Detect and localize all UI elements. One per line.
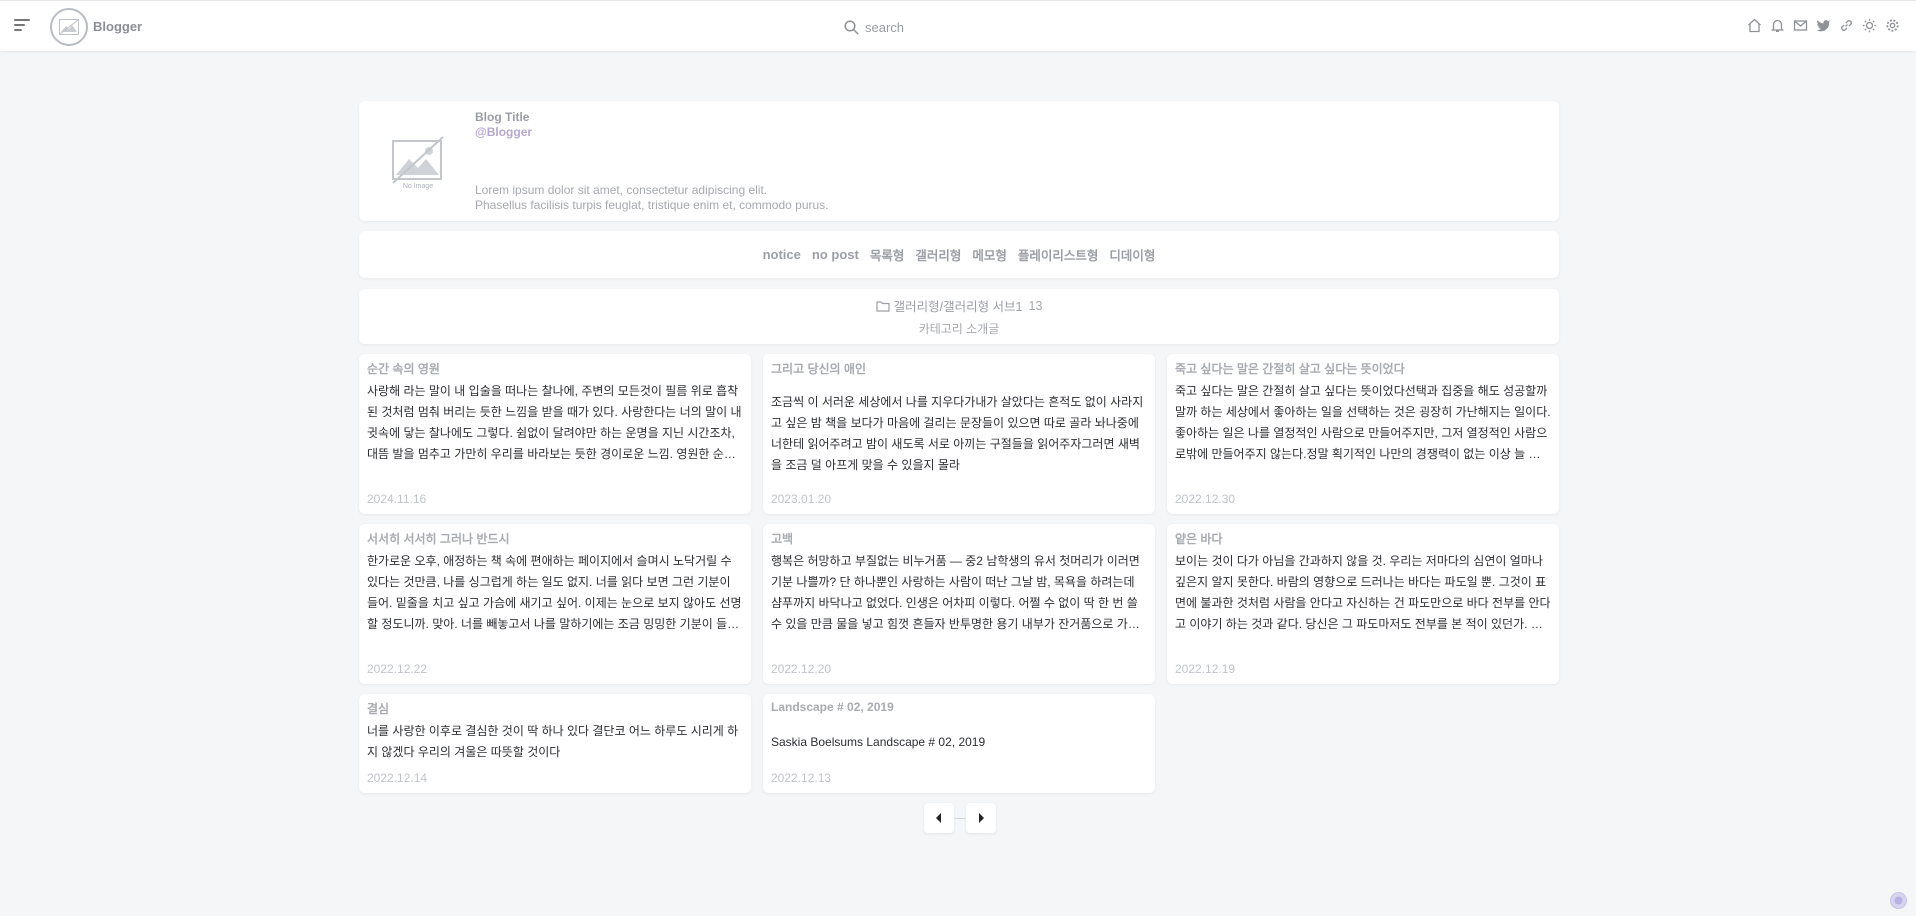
post-excerpt: 행복은 허망하고 부질없는 비누거품 — 중2 남학생의 유서 첫머리가 이러면… <box>771 554 1140 631</box>
logo-icon[interactable] <box>50 8 88 46</box>
link-icon[interactable] <box>1838 17 1855 34</box>
nav-item-memo[interactable]: 메모형 <box>972 245 1007 264</box>
post-card[interactable]: Landscape # 02, 2019 Saskia Boelsums Lan… <box>763 694 1155 793</box>
post-card[interactable]: 그리고 당신의 애인 조금씩 이 서러운 세상에서 나를 지우다가내가 살았다는… <box>763 354 1155 514</box>
post-date: 2022.12.19 <box>1175 662 1236 676</box>
nav-item-dday[interactable]: 디데이형 <box>1109 245 1155 264</box>
category-name[interactable]: 갤러리형/갤러리형 서브1 <box>894 296 1023 315</box>
post-title[interactable]: 고백 <box>771 530 1147 547</box>
post-date: 2022.12.30 <box>1175 492 1236 506</box>
prev-page-button[interactable] <box>924 803 954 833</box>
blog-handle[interactable]: @Blogger <box>475 125 532 139</box>
post-excerpt: 조금씩 이 서러운 세상에서 나를 지우다가내가 살았다는 흔적도 없이 사라지… <box>771 395 1144 472</box>
post-title[interactable]: 순간 속의 영원 <box>367 360 743 377</box>
post-date: 2022.12.14 <box>367 771 428 785</box>
no-image-icon <box>392 136 444 184</box>
blog-title[interactable]: Blog Title <box>475 110 529 124</box>
post-card[interactable]: 순간 속의 영원 사랑해 라는 말이 내 입술을 떠나는 찰나에, 주변의 모든… <box>359 354 751 514</box>
post-title[interactable]: 죽고 싶다는 말은 간절히 살고 싶다는 뜻이었다 <box>1175 360 1551 377</box>
category-nav: notice no post 목록형 갤러리형 메모형 플레이리스트형 디데이형 <box>359 231 1559 278</box>
post-card[interactable]: 죽고 싶다는 말은 간절히 살고 싶다는 뜻이었다 죽고 싶다는 말은 간절히 … <box>1167 354 1559 514</box>
profile-card: No Image Blog Title @Blogger Lorem ipsum… <box>359 101 1559 221</box>
post-date: 2022.12.20 <box>771 662 832 676</box>
post-date: 2022.12.13 <box>771 771 832 785</box>
menu-icon[interactable] <box>14 19 30 33</box>
nav-item-playlist[interactable]: 플레이리스트형 <box>1018 245 1099 264</box>
category-path: 갤러리형/갤러리형 서브1 13 <box>359 296 1559 315</box>
blog-description: Lorem ipsum dolor sit amet, consectetur … <box>475 183 829 213</box>
post-card[interactable]: 고백 행복은 허망하고 부질없는 비누거품 — 중2 남학생의 유서 첫머리가 … <box>763 524 1155 684</box>
theme-toggle-icon[interactable] <box>1890 892 1907 909</box>
post-excerpt: Saskia Boelsums Landscape # 02, 2019 <box>771 735 986 749</box>
post-card[interactable]: 서서히 서서히 그러나 반드시 한가로운 오후, 애정하는 책 속에 편애하는 … <box>359 524 751 684</box>
search-icon <box>844 19 859 35</box>
post-title[interactable]: 결심 <box>367 700 743 717</box>
post-excerpt: 한가로운 오후, 애정하는 책 속에 편애하는 페이지에서 슬며시 노닥거릴 수… <box>367 554 742 631</box>
bell-icon[interactable] <box>1769 17 1786 34</box>
category-description: 카테고리 소개글 <box>918 322 1000 336</box>
post-date: 2023.01.20 <box>771 492 832 506</box>
post-excerpt: 사랑해 라는 말이 내 입술을 떠나는 찰나에, 주변의 모든것이 필름 위로 … <box>367 384 742 461</box>
top-bar: Blogger <box>0 0 1916 51</box>
pagination-separator: — <box>955 812 965 824</box>
description-line: Phasellus facilisis turpis feuglat, tris… <box>475 198 829 212</box>
post-excerpt: 죽고 싶다는 말은 간절히 살고 싶다는 뜻이었다선택과 집중을 해도 성공할까… <box>1175 384 1551 461</box>
nav-item-notice[interactable]: notice <box>763 247 801 262</box>
post-title[interactable]: 서서히 서서히 그러나 반드시 <box>367 530 743 547</box>
mail-icon[interactable] <box>1792 17 1809 34</box>
category-header: 갤러리형/갤러리형 서브1 13 카테고리 소개글 <box>359 289 1559 344</box>
post-card[interactable]: 결심 너를 사랑한 이후로 결심한 것이 딱 하나 있다 결단코 어느 하루도 … <box>359 694 751 793</box>
sun-icon[interactable] <box>1861 17 1878 34</box>
pagination: — <box>924 803 996 833</box>
nav-item-no-post[interactable]: no post <box>812 247 859 262</box>
post-title[interactable]: 그리고 당신의 애인 <box>771 360 1147 377</box>
nav-item-list[interactable]: 목록형 <box>870 245 905 264</box>
next-page-button[interactable] <box>966 803 996 833</box>
category-count: 13 <box>1028 298 1043 313</box>
post-excerpt: 너를 사랑한 이후로 결심한 것이 딱 하나 있다 결단코 어느 하루도 시리게… <box>367 724 739 759</box>
search-box <box>844 16 1084 38</box>
post-title[interactable]: Landscape # 02, 2019 <box>771 700 1147 714</box>
next-icon <box>979 813 984 823</box>
description-line: Lorem ipsum dolor sit amet, consectetur … <box>475 183 768 197</box>
prev-icon <box>936 813 941 823</box>
post-title[interactable]: 얕은 바다 <box>1175 530 1551 547</box>
logo-text[interactable]: Blogger <box>93 19 142 34</box>
folder-icon <box>875 300 890 312</box>
nav-item-gallery[interactable]: 갤러리형 <box>915 245 961 264</box>
no-image-label: No Image <box>402 183 434 190</box>
header-tools <box>1746 17 1901 34</box>
home-icon[interactable] <box>1746 17 1763 34</box>
twitter-icon[interactable] <box>1815 17 1832 34</box>
search-input[interactable] <box>865 19 1065 35</box>
post-card[interactable]: 얕은 바다 보이는 것이 다가 아님을 간과하지 않을 것. 우리는 저마다의 … <box>1167 524 1559 684</box>
post-excerpt: 보이는 것이 다가 아님을 간과하지 않을 것. 우리는 저마다의 심연이 얼마… <box>1175 554 1551 631</box>
post-date: 2022.12.22 <box>367 662 428 676</box>
gear-icon[interactable] <box>1884 17 1901 34</box>
post-date: 2024.11.16 <box>367 492 427 506</box>
